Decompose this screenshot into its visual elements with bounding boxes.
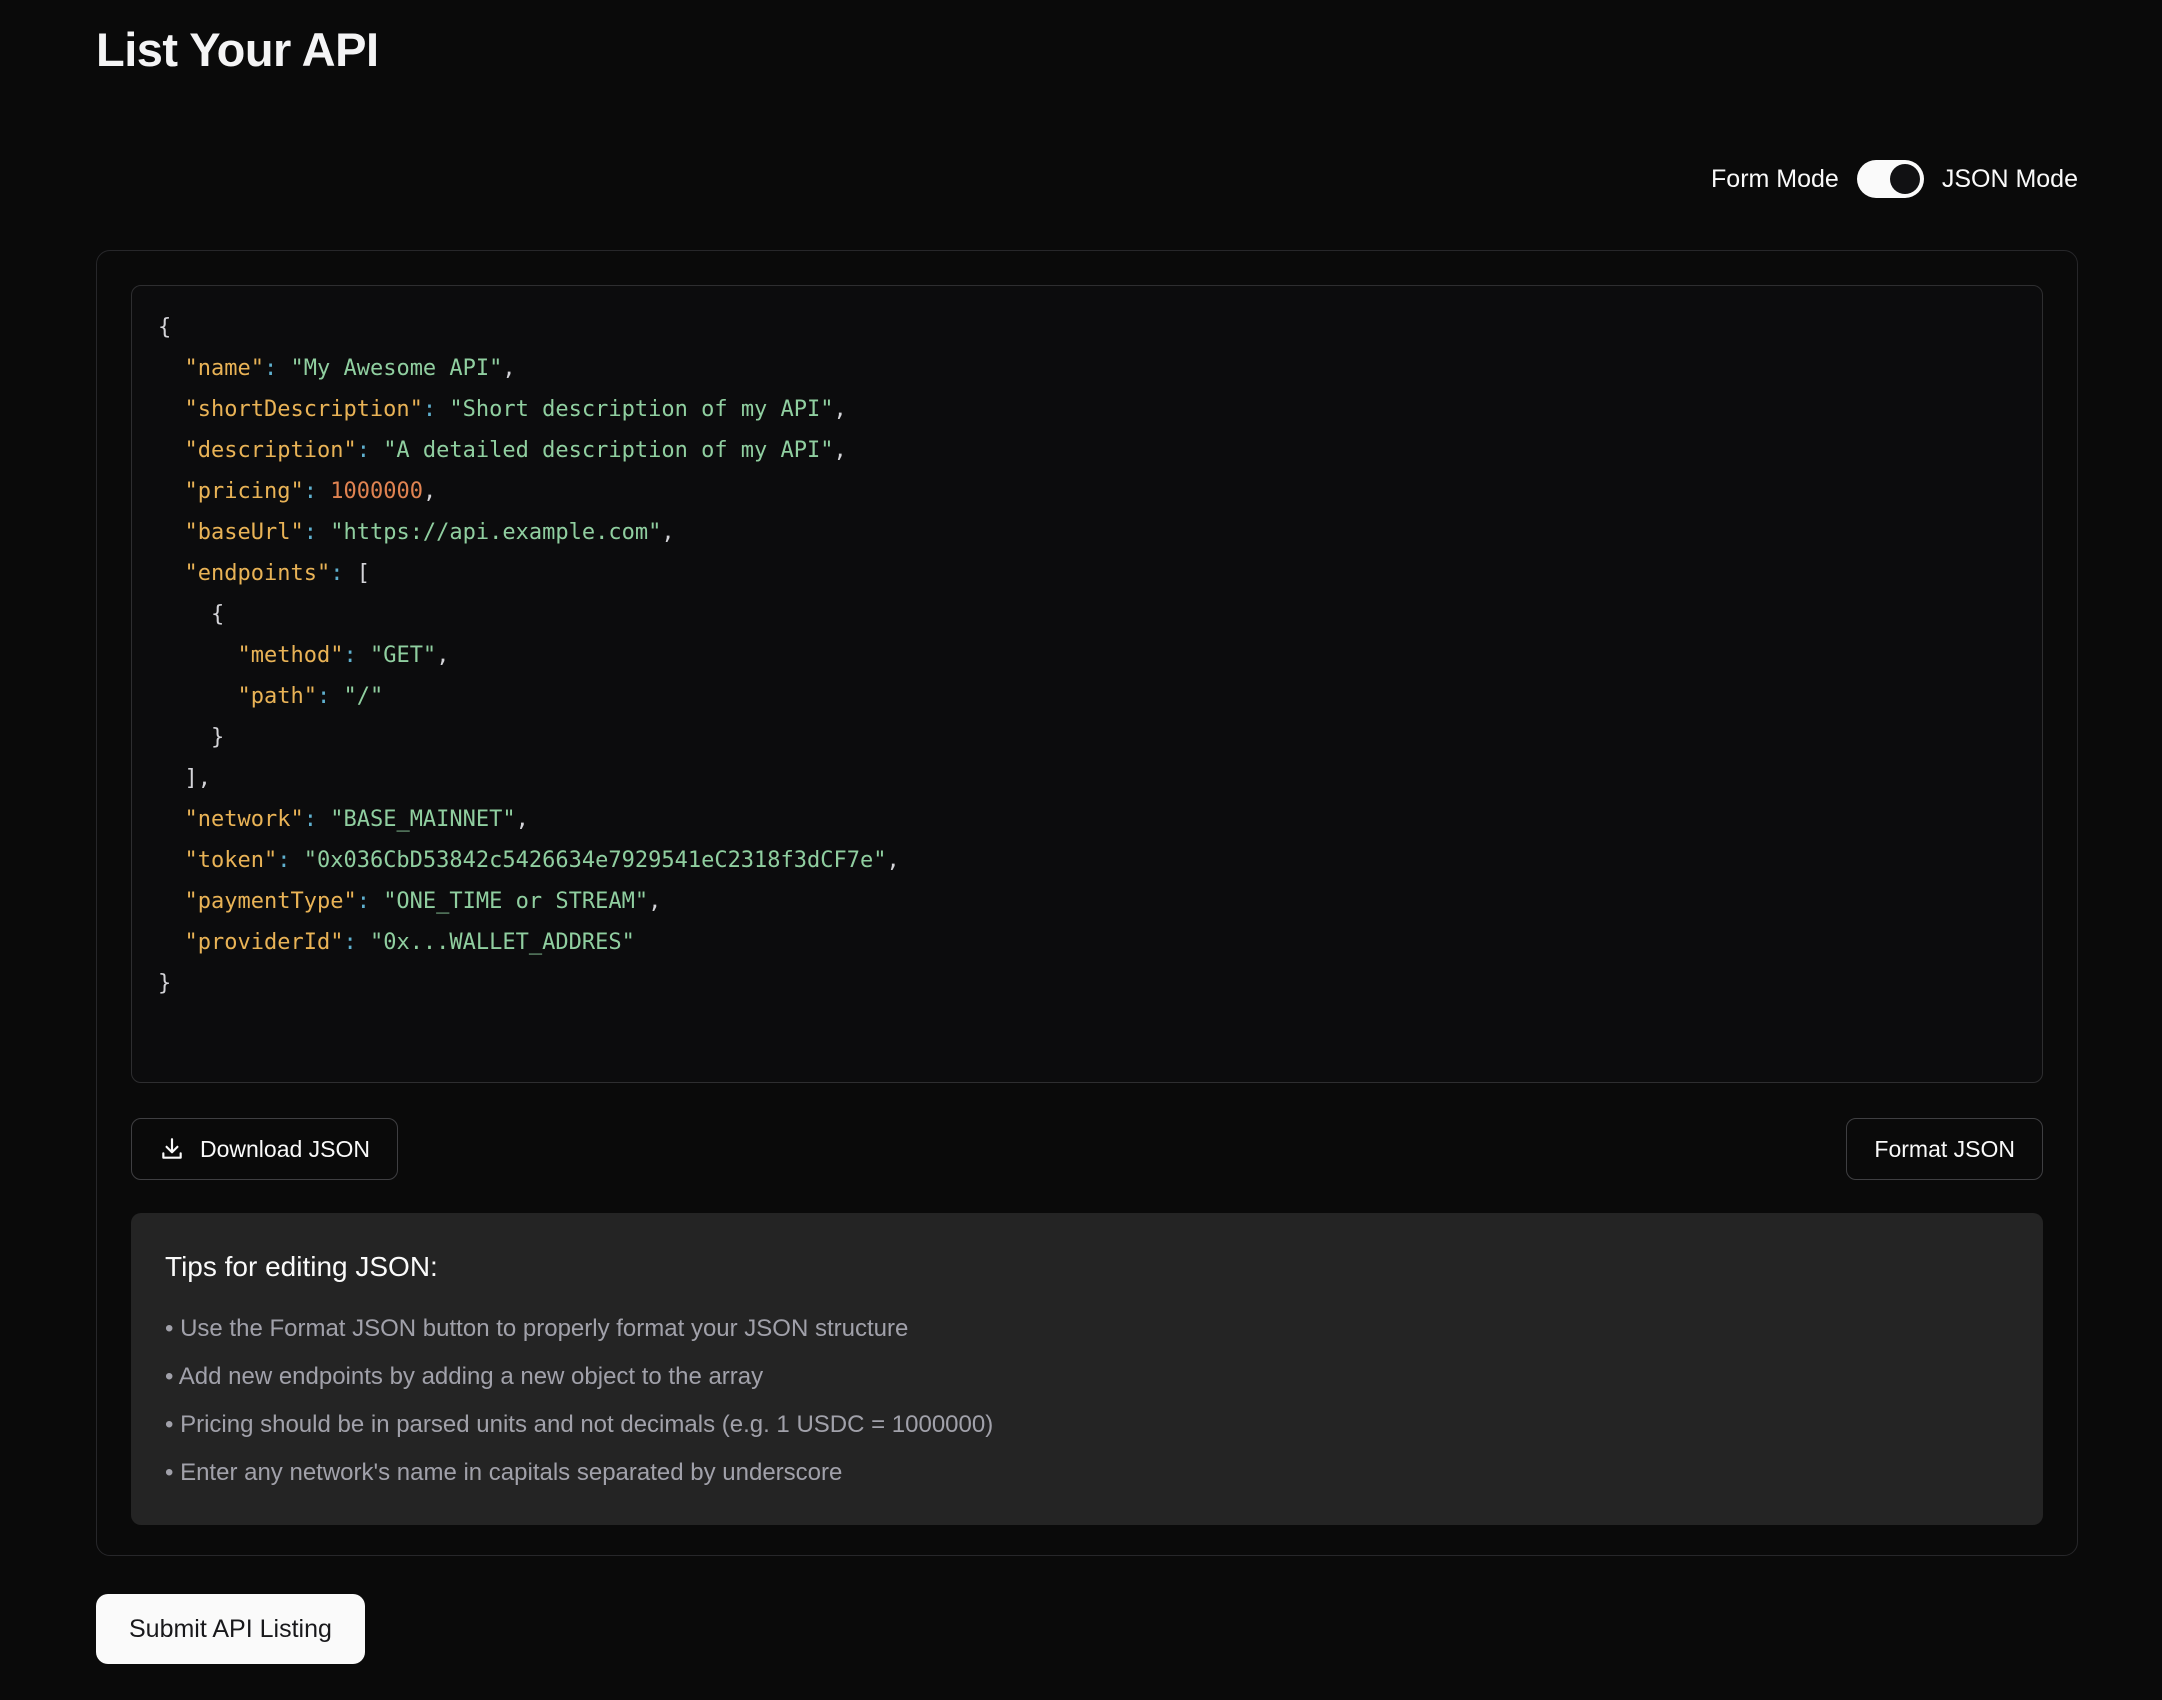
code-line: }: [158, 717, 2016, 758]
download-json-label: Download JSON: [200, 1136, 370, 1163]
code-line: "method": "GET",: [158, 635, 2016, 676]
code-line: "path": "/": [158, 676, 2016, 717]
tip-item: Pricing should be in parsed units and no…: [165, 1413, 2009, 1437]
submit-label: Submit API Listing: [129, 1615, 332, 1643]
mode-toggle-switch[interactable]: [1857, 160, 1924, 198]
submit-api-listing-button[interactable]: Submit API Listing: [96, 1594, 365, 1664]
tip-item: Use the Format JSON button to properly f…: [165, 1317, 2009, 1341]
code-line: "network": "BASE_MAINNET",: [158, 799, 2016, 840]
json-mode-label: JSON Mode: [1942, 165, 2078, 194]
mode-toggle-row: Form Mode JSON Mode: [96, 160, 2078, 198]
code-line: "baseUrl": "https://api.example.com",: [158, 512, 2016, 553]
page-container: List Your API Form Mode JSON Mode { "nam…: [96, 0, 2078, 1664]
code-line: "shortDescription": "Short description o…: [158, 389, 2016, 430]
json-mode-card: { "name": "My Awesome API", "shortDescri…: [96, 250, 2078, 1556]
code-line: "description": "A detailed description o…: [158, 430, 2016, 471]
download-icon: [159, 1136, 185, 1162]
code-line: }: [158, 963, 2016, 1004]
code-line: "paymentType": "ONE_TIME or STREAM",: [158, 881, 2016, 922]
tip-item: Add new endpoints by adding a new object…: [165, 1365, 2009, 1389]
json-editor[interactable]: { "name": "My Awesome API", "shortDescri…: [131, 285, 2043, 1083]
code-line: {: [158, 307, 2016, 348]
format-json-button[interactable]: Format JSON: [1846, 1118, 2043, 1180]
toggle-knob: [1890, 164, 1920, 194]
tip-item: Enter any network's name in capitals sep…: [165, 1461, 2009, 1485]
code-line: ],: [158, 758, 2016, 799]
code-line: {: [158, 594, 2016, 635]
tips-list: Use the Format JSON button to properly f…: [165, 1317, 2009, 1485]
code-line: "name": "My Awesome API",: [158, 348, 2016, 389]
tips-heading: Tips for editing JSON:: [165, 1251, 2009, 1283]
tips-panel: Tips for editing JSON: Use the Format JS…: [131, 1213, 2043, 1525]
code-line: "providerId": "0x...WALLET_ADDRES": [158, 922, 2016, 963]
format-json-label: Format JSON: [1874, 1136, 2015, 1163]
code-line: "token": "0x036CbD53842c5426634e7929541e…: [158, 840, 2016, 881]
code-line: "endpoints": [: [158, 553, 2016, 594]
download-json-button[interactable]: Download JSON: [131, 1118, 398, 1180]
form-mode-label: Form Mode: [1711, 165, 1839, 194]
page-title: List Your API: [96, 22, 2078, 78]
editor-actions-row: Download JSON Format JSON: [131, 1118, 2043, 1180]
code-line: "pricing": 1000000,: [158, 471, 2016, 512]
